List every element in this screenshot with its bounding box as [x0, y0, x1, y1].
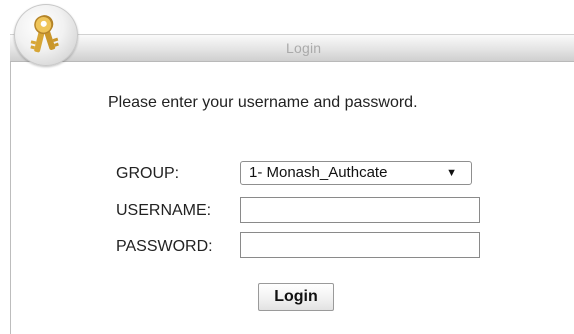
login-title: Login: [286, 40, 322, 56]
group-label: GROUP:: [116, 165, 180, 182]
group-select[interactable]: 1- Monash_Authcate ▼: [240, 161, 472, 185]
dropdown-arrow-icon: ▼: [446, 167, 457, 179]
group-select-value: 1- Monash_Authcate: [249, 164, 388, 181]
login-prompt: Please enter your username and password.: [108, 94, 418, 111]
login-button[interactable]: Login: [258, 283, 334, 311]
keys-icon: [14, 4, 78, 66]
username-label: USERNAME:: [116, 202, 212, 219]
password-input[interactable]: [240, 232, 480, 258]
password-label: PASSWORD:: [116, 238, 213, 255]
username-input[interactable]: [240, 197, 480, 223]
